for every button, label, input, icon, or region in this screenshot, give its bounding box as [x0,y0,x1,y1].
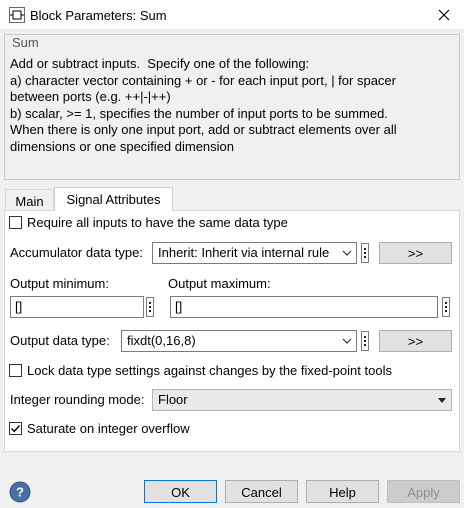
help-button[interactable]: Help [306,480,379,503]
rounding-mode-label: Integer rounding mode: [10,392,145,407]
tab-main[interactable]: Main [5,189,54,210]
output-data-type-value: fixdt(0,16,8) [127,333,196,348]
lock-data-type-label: Lock data type settings against changes … [27,363,392,378]
saturate-label: Saturate on integer overflow [27,421,190,436]
accumulator-type-select[interactable]: Inherit: Inherit via internal rule [152,242,357,264]
rounding-mode-select[interactable]: Floor [152,389,452,411]
window-title: Block Parameters: Sum [30,8,167,23]
accumulator-label: Accumulator data type: [10,245,143,260]
accumulator-options-menu[interactable] [361,243,369,263]
output-data-type-label: Output data type: [10,333,110,348]
output-data-type-select[interactable]: fixdt(0,16,8) [121,330,357,352]
output-maximum-options-menu[interactable] [442,297,450,317]
output-minimum-label: Output minimum: [10,276,109,291]
checkmark-icon [11,425,21,433]
output-minimum-input[interactable]: [] [10,296,144,318]
require-same-type-checkbox[interactable] [9,216,22,229]
lock-data-type-checkbox[interactable] [9,364,22,377]
ok-button[interactable]: OK [144,480,217,503]
output-maximum-input[interactable]: [] [170,296,438,318]
rounding-mode-value: Floor [158,392,188,407]
chevron-down-icon [342,250,352,256]
accumulator-type-value: Inherit: Inherit via internal rule [158,245,330,260]
close-button[interactable] [430,3,458,27]
block-description: Add or subtract inputs. Specify one of t… [10,56,397,154]
cancel-button[interactable]: Cancel [225,480,298,503]
chevron-down-icon [342,338,352,344]
caret-down-icon [438,398,446,403]
block-type-label: Sum [11,35,40,50]
simulink-block-icon [9,7,25,23]
output-data-type-assistant-button[interactable]: >> [379,330,452,352]
output-minimum-options-menu[interactable] [146,297,154,317]
accumulator-assistant-button[interactable]: >> [379,242,452,264]
help-icon[interactable]: ? [9,481,31,503]
close-icon [438,9,450,21]
require-same-type-label: Require all inputs to have the same data… [27,215,288,230]
apply-button[interactable]: Apply [387,480,460,503]
saturate-checkbox[interactable] [9,422,22,435]
tab-signal-attributes[interactable]: Signal Attributes [54,187,173,211]
svg-text:?: ? [16,485,24,500]
output-maximum-label: Output maximum: [168,276,271,291]
output-data-type-options-menu[interactable] [361,331,369,351]
